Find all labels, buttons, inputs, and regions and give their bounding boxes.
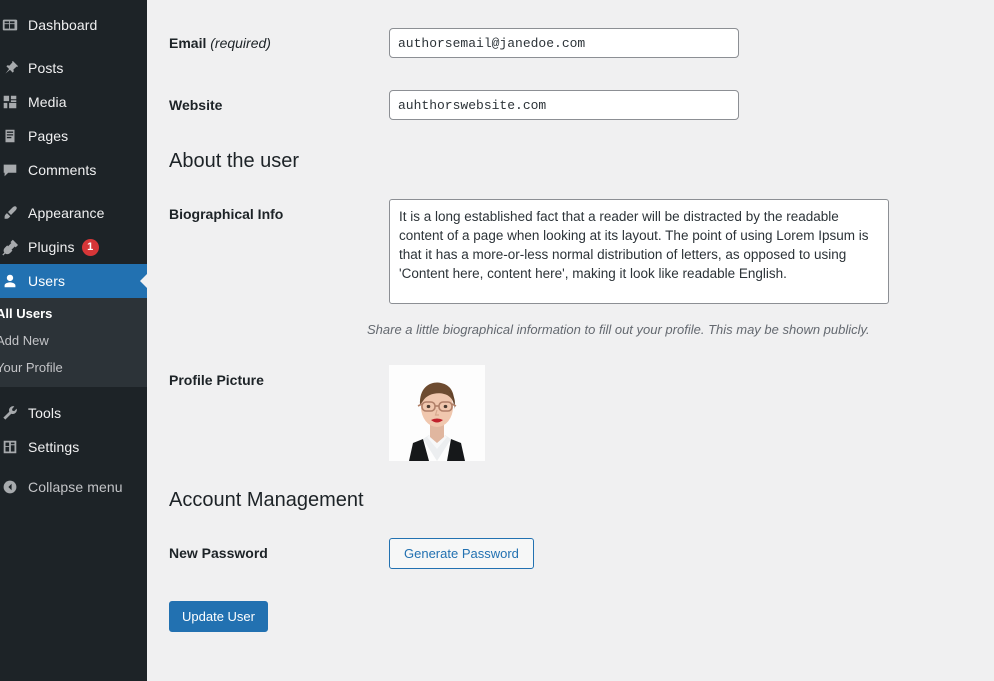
new-password-label: New Password: [169, 545, 268, 561]
settings-icon: [0, 438, 24, 456]
website-field-wrap: [389, 90, 994, 120]
avatar-photo: [389, 365, 485, 461]
sidebar-item-posts[interactable]: Posts: [0, 51, 147, 85]
new-password-field-wrap: Generate Password: [389, 538, 994, 569]
sidebar-item-label: Plugins: [28, 239, 75, 255]
sidebar-group-system: Tools Settings Collapse menu: [0, 387, 147, 504]
sidebar-item-settings[interactable]: Settings: [0, 430, 147, 464]
sidebar-item-pages[interactable]: Pages: [0, 119, 147, 153]
field-row-email: Email (required): [147, 28, 994, 58]
plug-icon: [0, 238, 24, 256]
website-label: Website: [169, 97, 223, 113]
sidebar-divider: [0, 42, 147, 51]
comment-icon: [0, 161, 24, 179]
sidebar-item-label: Tools: [28, 405, 62, 421]
active-menu-pointer: [140, 273, 147, 289]
admin-sidebar: Dashboard Posts Media Pages Comments App…: [0, 0, 147, 681]
biographical-info-help-text: Share a little biographical information …: [367, 322, 870, 337]
update-user-button[interactable]: Update User: [169, 601, 268, 632]
plugins-update-badge: 1: [81, 238, 99, 256]
profile-picture-label: Profile Picture: [169, 372, 264, 388]
sidebar-item-label: Media: [28, 94, 67, 110]
field-row-biographical-info: Biographical Info It is a long establish…: [147, 199, 994, 309]
sidebar-item-users[interactable]: Users: [0, 264, 147, 298]
users-submenu: All Users Add New Your Profile: [0, 298, 147, 387]
sidebar-item-label: Settings: [28, 439, 80, 455]
media-icon: [0, 93, 24, 111]
sidebar-item-label: Dashboard: [28, 17, 98, 33]
avatar: [389, 365, 485, 461]
sidebar-item-label: Pages: [28, 128, 69, 144]
submenu-item-all-users[interactable]: All Users: [0, 300, 147, 327]
dashboard-icon: [0, 16, 24, 34]
sidebar-item-media[interactable]: Media: [0, 85, 147, 119]
sidebar-item-label: Users: [28, 273, 66, 289]
submenu-item-add-new[interactable]: Add New: [0, 327, 147, 354]
wrench-icon: [0, 404, 24, 422]
email-field-wrap: [389, 28, 994, 58]
sidebar-item-tools[interactable]: Tools: [0, 396, 147, 430]
profile-form: Email (required) Website About the user …: [147, 0, 994, 681]
sidebar-item-appearance[interactable]: Appearance: [0, 196, 147, 230]
profile-picture-field-wrap: [389, 365, 994, 461]
sidebar-item-label: Comments: [28, 162, 97, 178]
sidebar-item-label: Appearance: [28, 205, 105, 221]
email-input[interactable]: [389, 28, 739, 58]
collapse-menu-label: Collapse menu: [28, 479, 123, 495]
collapse-menu-button[interactable]: Collapse menu: [0, 470, 147, 504]
website-input[interactable]: [389, 90, 739, 120]
user-icon: [0, 272, 24, 290]
generate-password-button[interactable]: Generate Password: [389, 538, 534, 569]
biographical-info-field-wrap: It is a long established fact that a rea…: [389, 199, 994, 309]
biographical-info-label: Biographical Info: [169, 206, 284, 222]
about-the-user-heading: About the user: [169, 150, 300, 172]
paintbrush-icon: [0, 204, 24, 222]
sidebar-item-comments[interactable]: Comments: [0, 153, 147, 187]
collapse-icon: [0, 479, 24, 495]
sidebar-item-plugins[interactable]: Plugins 1: [0, 230, 147, 264]
field-row-profile-picture: Profile Picture: [147, 365, 994, 461]
page-icon: [0, 127, 24, 145]
submit-row: Update User: [147, 601, 994, 632]
wordpress-admin-screen: Dashboard Posts Media Pages Comments App…: [0, 0, 994, 681]
sidebar-group-main: Dashboard Posts Media Pages Comments App…: [0, 8, 147, 298]
pin-icon: [0, 59, 24, 77]
sidebar-divider: [0, 187, 147, 196]
field-row-website: Website: [147, 90, 994, 120]
biographical-info-textarea[interactable]: It is a long established fact that a rea…: [389, 199, 889, 304]
email-required-note: (required): [210, 35, 271, 51]
email-label-text: Email: [169, 35, 207, 51]
sidebar-divider: [0, 387, 147, 396]
field-row-new-password: New Password Generate Password: [147, 538, 994, 569]
submenu-item-your-profile[interactable]: Your Profile: [0, 354, 147, 381]
email-label: Email (required): [169, 28, 389, 51]
sidebar-item-dashboard[interactable]: Dashboard: [0, 8, 147, 42]
sidebar-item-label: Posts: [28, 60, 64, 76]
account-management-heading: Account Management: [169, 489, 364, 511]
